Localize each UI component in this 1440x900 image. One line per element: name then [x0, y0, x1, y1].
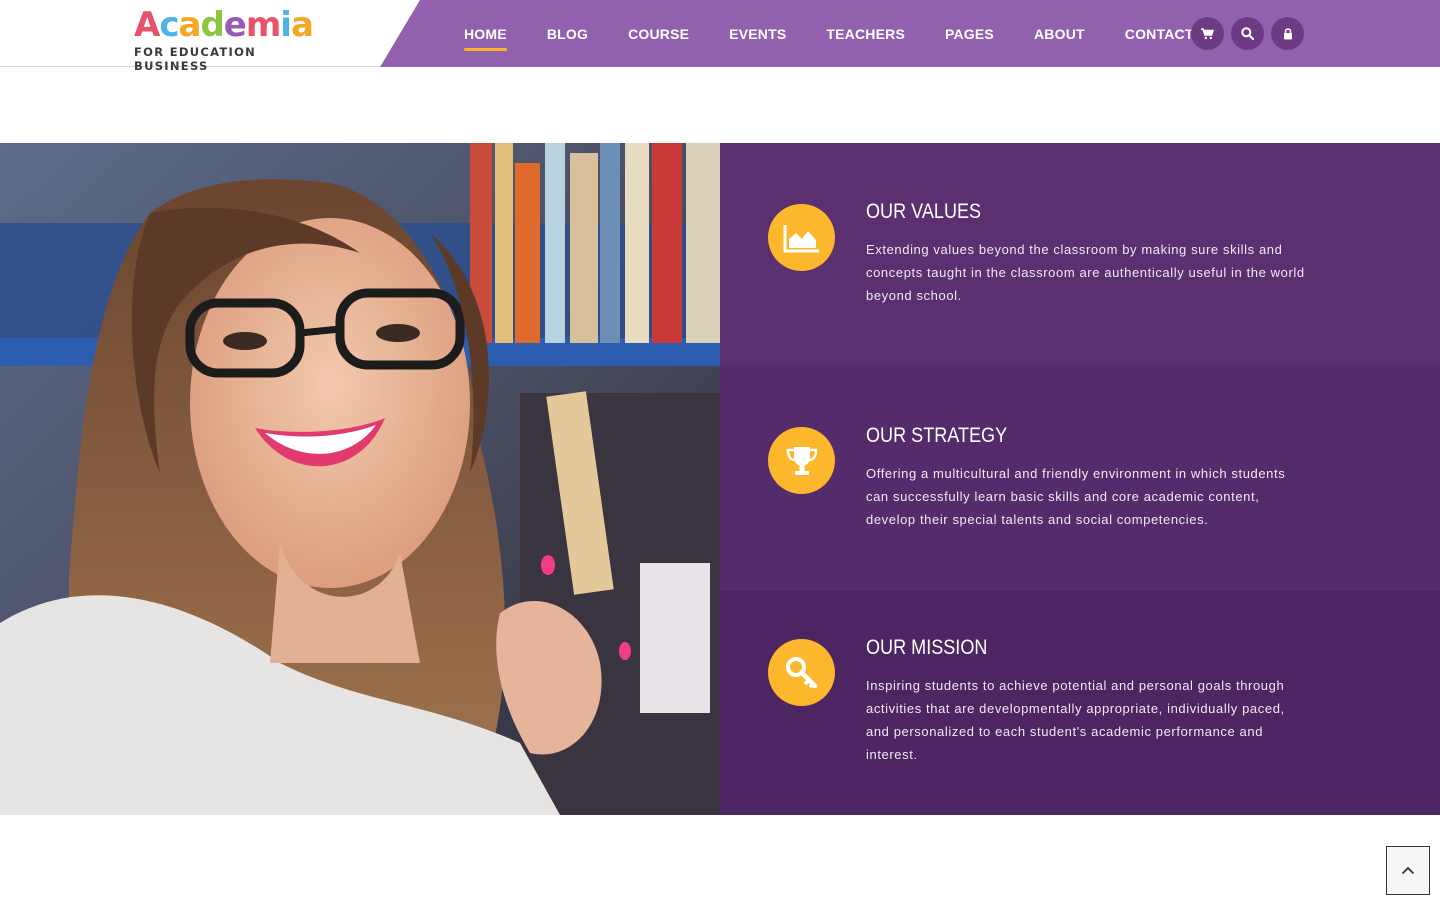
- nav-item-about[interactable]: ABOUT: [1034, 26, 1085, 42]
- feature-title: OUR MISSION: [866, 636, 988, 659]
- feature-icon-badge: [768, 427, 835, 494]
- nav-item-events[interactable]: EVENTS: [729, 26, 786, 42]
- chevron-up-icon: [1401, 866, 1415, 875]
- key-icon: [785, 656, 817, 688]
- header-icon-group: [1191, 17, 1304, 50]
- feature-panel-strategy: OUR STRATEGY Offering a multicultural an…: [720, 367, 1440, 591]
- trophy-icon: [786, 446, 817, 475]
- login-button[interactable]: [1271, 17, 1304, 50]
- feature-title: OUR VALUES: [866, 200, 982, 223]
- logo-letter: i: [280, 5, 292, 45]
- brand-tagline: FOR EDUCATION BUSINESS: [134, 45, 257, 73]
- logo-letter: a: [178, 5, 201, 45]
- student-photo: [0, 143, 720, 815]
- site-header: Academia FOR EDUCATION BUSINESS HOME BLOG…: [0, 0, 1440, 73]
- cart-button[interactable]: [1191, 17, 1224, 50]
- feature-icon-badge: [768, 639, 835, 706]
- search-icon: [1241, 27, 1254, 40]
- scroll-to-top-button[interactable]: [1386, 846, 1430, 895]
- feature-title: OUR STRATEGY: [866, 424, 1008, 447]
- brand-logo[interactable]: Academia FOR EDUCATION BUSINESS: [134, 6, 334, 73]
- logo-letter: m: [245, 5, 281, 45]
- logo-letter: a: [290, 5, 314, 45]
- feature-description: Offering a multicultural and friendly en…: [866, 466, 1286, 527]
- feature-icon-badge: [768, 204, 835, 271]
- nav-item-teachers[interactable]: TEACHERS: [826, 26, 905, 42]
- feature-panel-mission: OUR MISSION Inspiring students to achiev…: [720, 591, 1440, 815]
- feature-panel-values: OUR VALUES Extending values beyond the c…: [720, 143, 1440, 367]
- brand-logo-wordmark: Academia: [134, 6, 334, 44]
- main-navigation: HOME BLOG COURSE EVENTS TEACHERS PAGES ABOUT CO…: [464, 0, 1234, 67]
- nav-item-course[interactable]: COURSE: [628, 26, 689, 42]
- logo-letter: e: [223, 5, 247, 45]
- logo-letter: d: [200, 5, 224, 45]
- nav-item-blog[interactable]: BLOG: [547, 26, 588, 42]
- about-features-section: OUR VALUES Extending values beyond the c…: [0, 143, 1440, 815]
- nav-item-home[interactable]: HOME: [464, 26, 507, 51]
- area-chart-icon: [783, 224, 819, 252]
- logo-letter: A: [134, 5, 160, 45]
- nav-item-contact[interactable]: CONTACT: [1125, 26, 1194, 42]
- nav-item-pages[interactable]: PAGES: [945, 26, 994, 42]
- logo-letter: c: [159, 5, 179, 45]
- search-button[interactable]: [1231, 17, 1264, 50]
- cart-icon: [1201, 27, 1214, 39]
- feature-description: Inspiring students to achieve potential …: [866, 678, 1285, 762]
- feature-description: Extending values beyond the classroom by…: [866, 242, 1305, 303]
- lock-icon: [1283, 27, 1292, 39]
